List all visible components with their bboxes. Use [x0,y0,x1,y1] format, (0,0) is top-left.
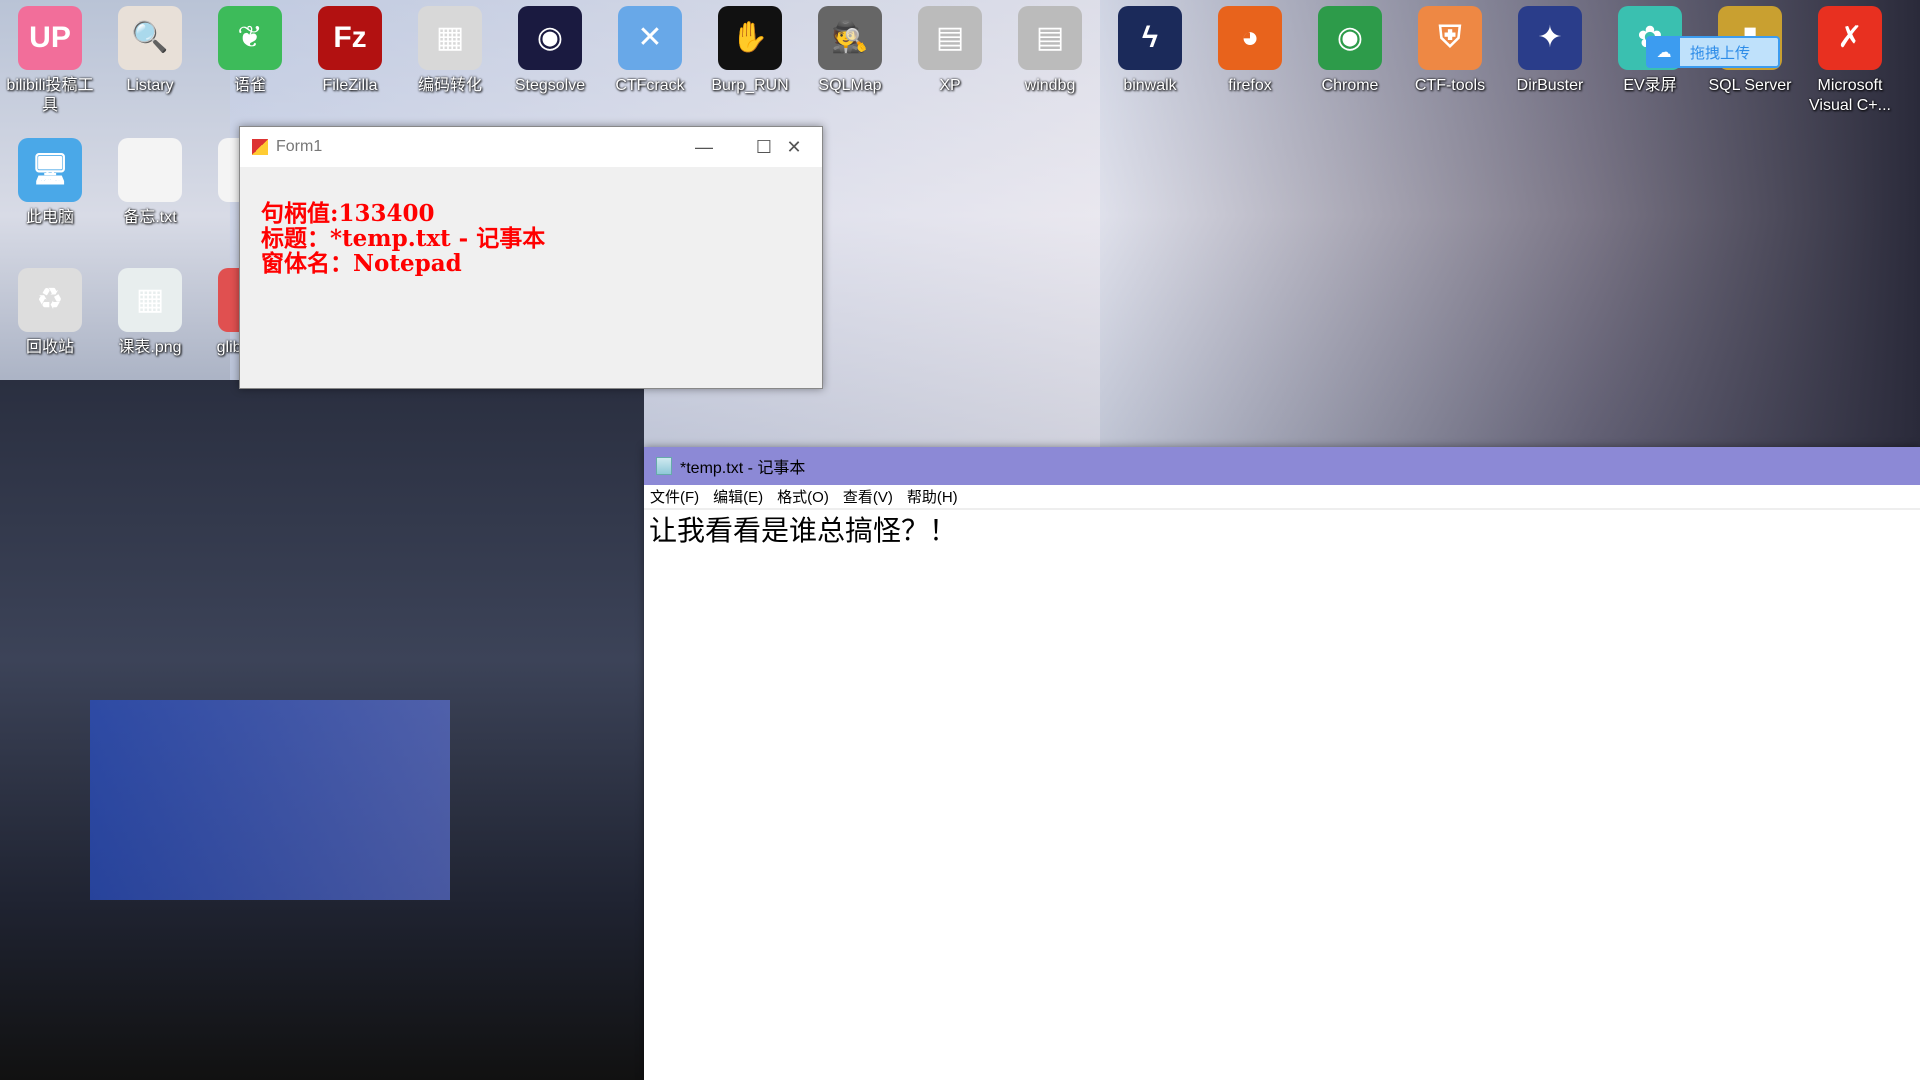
desktop-icon-label: 备忘.txt [123,209,177,226]
desktop-icon[interactable]: ϟ binwalk [1100,6,1200,96]
desktop-icon-label: Stegsolve [514,77,586,94]
app-icon: ϟ [1118,6,1182,70]
desktop-icon-label: 课表.png [118,339,182,356]
desktop-icon[interactable]: ◉ Chrome [1300,6,1400,96]
app-icon: UP [18,6,82,70]
menu-bar: 文件(F) 编辑(E) 格式(O) 查看(V) 帮助(H) [644,485,1920,510]
desktop-icon-label: DirBuster [1516,77,1584,94]
desktop-icon[interactable]: ✗ Microsoft Visual C+... [1800,6,1900,116]
desktop-icon-label: XP [939,77,961,94]
desktop-icon-label: CTFcrack [615,77,685,94]
menu-format[interactable]: 格式(O) [777,486,829,507]
notepad-window: *temp.txt - 记事本 文件(F) 编辑(E) 格式(O) 查看(V) … [644,447,1920,1080]
desktop-icon-label: CTF-tools [1414,77,1486,94]
close-button[interactable]: ✕ [764,127,824,167]
desktop-icon[interactable]: 🔍 Listary [100,6,200,96]
desktop-icon[interactable]: ✋ Burp_RUN [700,6,800,96]
window-title: *temp.txt - 记事本 [680,460,806,477]
desktop-icon-label: 编码转化 [417,77,482,94]
desktop-icon-label: SQL Server [1708,77,1792,94]
app-icon [118,138,182,202]
menu-view[interactable]: 查看(V) [843,486,893,507]
minimize-button[interactable]: — [674,127,734,167]
app-icon: ❦ [218,6,282,70]
desktop-icon-label: Burp_RUN [711,77,789,94]
handle-label: 句柄值:133400 [261,200,435,227]
app-icon: ◉ [518,6,582,70]
app-icon: ✋ [718,6,782,70]
desktop-icon[interactable]: ▦ 课表.png [100,268,200,358]
desktop-icon[interactable]: ▦ 编码转化 [400,6,500,96]
class-name-label: 窗体名：Notepad [261,250,462,277]
text-editor[interactable]: 让我看看是谁总搞怪？！ [644,510,1920,552]
app-icon: Fz [318,6,382,70]
desktop-icon-label: EV录屏 [1623,77,1677,94]
menu-file[interactable]: 文件(F) [650,486,699,507]
app-icon: ✗ [1818,6,1882,70]
app-icon: ▦ [418,6,482,70]
desktop-icon[interactable]: ▤ windbg [1000,6,1100,96]
notepad-titlebar[interactable]: *temp.txt - 记事本 [644,447,1920,485]
title-label: 标题：*temp.txt - 记事本 [261,225,546,252]
app-icon [252,139,268,155]
app-icon: ✦ [1518,6,1582,70]
desktop-icon-label: bilibili投稿工具 [6,77,94,114]
wallpaper [90,700,450,900]
app-icon: 🕵 [818,6,882,70]
desktop-icon-label: binwalk [1123,77,1177,94]
desktop-icon[interactable]: ⛨ CTF-tools [1400,6,1500,96]
desktop-icon-label: Microsoft Visual C+... [1809,77,1891,114]
desktop-icon[interactable]: 备忘.txt [100,138,200,228]
form1-output: 句柄值:133400 标题：*temp.txt - 记事本 窗体名：Notepa… [240,167,822,276]
app-icon: 🖥 [18,138,82,202]
desktop-icon[interactable]: ◉ Stegsolve [500,6,600,96]
desktop-icon[interactable]: 🖥 此电脑 [0,138,100,228]
form1-titlebar[interactable]: Form1 — ☐ ✕ [240,127,822,167]
desktop-icon-label: 语雀 [233,77,266,94]
desktop-icon[interactable]: ✕ CTFcrack [600,6,700,96]
app-icon: ◉ [1318,6,1382,70]
menu-help[interactable]: 帮助(H) [907,486,958,507]
app-icon: ♻ [18,268,82,332]
cloud-icon: ☁ [1648,38,1680,66]
app-icon: ▦ [118,268,182,332]
desktop-icon-label: windbg [1024,77,1076,94]
menu-edit[interactable]: 编辑(E) [713,486,763,507]
app-icon: ✕ [618,6,682,70]
desktop-icon-label: 此电脑 [25,209,74,226]
desktop-icon-label: firefox [1228,77,1272,94]
desktop-icon-label: SQLMap [818,77,882,94]
desktop-icon[interactable]: ❦ 语雀 [200,6,300,96]
notepad-icon [656,457,672,475]
desktop-icon-label: 回收站 [25,339,74,356]
desktop-icon-label: Chrome [1321,77,1379,94]
app-icon: ▤ [918,6,982,70]
desktop-icon-label: Listary [126,77,174,94]
desktop-icon[interactable]: ◕ firefox [1200,6,1300,96]
baidu-netdisk-upload-float[interactable]: ☁ 拖拽上传 [1646,36,1780,68]
desktop-icon[interactable]: 🕵 SQLMap [800,6,900,96]
window-title: Form1 [276,138,323,155]
desktop-icon[interactable]: Fz FileZilla [300,6,400,96]
desktop-icon[interactable]: ✦ DirBuster [1500,6,1600,96]
app-icon: ⛨ [1418,6,1482,70]
desktop-icon-label: FileZilla [322,77,378,94]
desktop-icon[interactable]: ♻ 回收站 [0,268,100,358]
app-icon: ◕ [1218,6,1282,70]
app-icon: 🔍 [118,6,182,70]
form1-window: Form1 — ☐ ✕ 句柄值:133400 标题：*temp.txt - 记事… [239,126,823,389]
desktop-icon[interactable]: ▤ XP [900,6,1000,96]
app-icon: ▤ [1018,6,1082,70]
desktop-icon[interactable]: UP bilibili投稿工具 [0,6,100,116]
